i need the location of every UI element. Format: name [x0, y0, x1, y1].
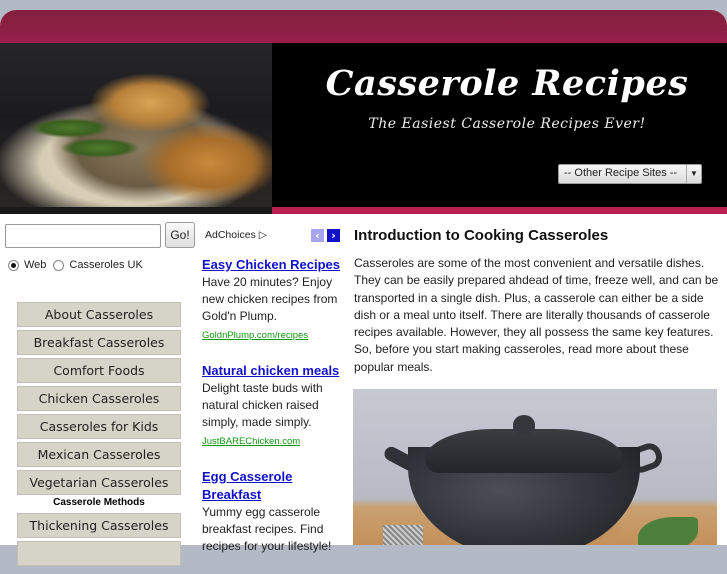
header-bottom-band	[272, 207, 727, 214]
radio-casseroles-uk-label[interactable]: Casseroles UK	[69, 259, 142, 271]
casserole-pot-image	[353, 389, 717, 545]
ad-url-link[interactable]: JustBAREChicken.com	[202, 436, 300, 447]
nav-item-casseroles-for-kids[interactable]: Casseroles for Kids	[17, 414, 181, 439]
top-banner-band	[0, 10, 727, 43]
search-input[interactable]	[5, 224, 161, 248]
radio-web[interactable]	[8, 259, 19, 271]
search-go-button[interactable]: Go!	[165, 222, 195, 248]
nav-item-mexican-casseroles[interactable]: Mexican Casseroles	[17, 442, 181, 467]
ad-url-link[interactable]: GoldnPlump.com/recipes	[202, 330, 308, 341]
article-paragraph: Casseroles are some of the most convenie…	[354, 256, 719, 374]
ad-navigation: ‹ ›	[311, 229, 340, 242]
header-bottom-band-dark	[0, 207, 272, 214]
radio-casseroles-uk[interactable]	[53, 259, 65, 271]
radio-web-label[interactable]: Web	[24, 259, 46, 271]
site-header: Casserole Recipes The Easiest Casserole …	[0, 43, 727, 207]
other-recipe-sites-select[interactable]: -- Other Recipe Sites -- ▼	[558, 164, 702, 184]
nav-item-about-casseroles[interactable]: About Casseroles	[17, 302, 181, 327]
adchoices-icon: ▷	[258, 229, 267, 241]
nav-item-thickening-casseroles[interactable]: Thickening Casseroles	[17, 513, 181, 538]
basil-leaf	[638, 517, 698, 545]
ad-description: Yummy egg casserole breakfast recipes. F…	[202, 505, 332, 553]
nav-item-vegetarian-casseroles[interactable]: Vegetarian Casseroles	[17, 470, 181, 495]
nav-section-heading: Casserole Methods	[53, 497, 145, 508]
pot-lid	[425, 429, 623, 473]
chevron-right-icon[interactable]: ›	[327, 229, 340, 242]
select-value: -- Other Recipe Sites --	[564, 167, 678, 179]
ad-title-link[interactable]: Natural chicken meals	[202, 362, 347, 380]
chevron-left-icon[interactable]: ‹	[311, 229, 324, 242]
trivet-mat	[383, 525, 423, 545]
pot-knob	[513, 415, 535, 435]
ad-description: Have 20 minutes? Enjoy new chicken recip…	[202, 275, 338, 323]
search-scope-radios: Web Casseroles UK	[8, 259, 143, 271]
nav-item-comfort-foods[interactable]: Comfort Foods	[17, 358, 181, 383]
chevron-down-icon[interactable]: ▼	[686, 165, 701, 183]
nav-item-breakfast-casseroles[interactable]: Breakfast Casseroles	[17, 330, 181, 355]
ad-description: Delight taste buds with natural chicken …	[202, 381, 323, 429]
site-tagline: The Easiest Casserole Recipes Ever!	[368, 116, 646, 132]
hero-casserole-image	[0, 43, 272, 207]
site-title[interactable]: Casserole Recipes	[272, 63, 727, 104]
ad-item: Natural chicken meals Delight taste buds…	[202, 362, 347, 449]
ad-item: Easy Chicken Recipes Have 20 minutes? En…	[202, 256, 347, 343]
ad-title-link[interactable]: Egg Casserole Breakfast	[202, 468, 347, 504]
adchoices-link[interactable]: AdChoices ▷	[205, 229, 267, 241]
ad-item: Egg Casserole Breakfast Yummy egg casser…	[202, 468, 347, 555]
ad-list: Easy Chicken Recipes Have 20 minutes? En…	[202, 256, 347, 574]
adchoices-label: AdChoices	[205, 229, 256, 241]
article-title: Introduction to Cooking Casseroles	[354, 227, 609, 244]
ad-title-link[interactable]: Easy Chicken Recipes	[202, 256, 347, 274]
sidebar-nav: About Casseroles Breakfast Casseroles Co…	[17, 302, 181, 569]
nav-item-chicken-casseroles[interactable]: Chicken Casseroles	[17, 386, 181, 411]
